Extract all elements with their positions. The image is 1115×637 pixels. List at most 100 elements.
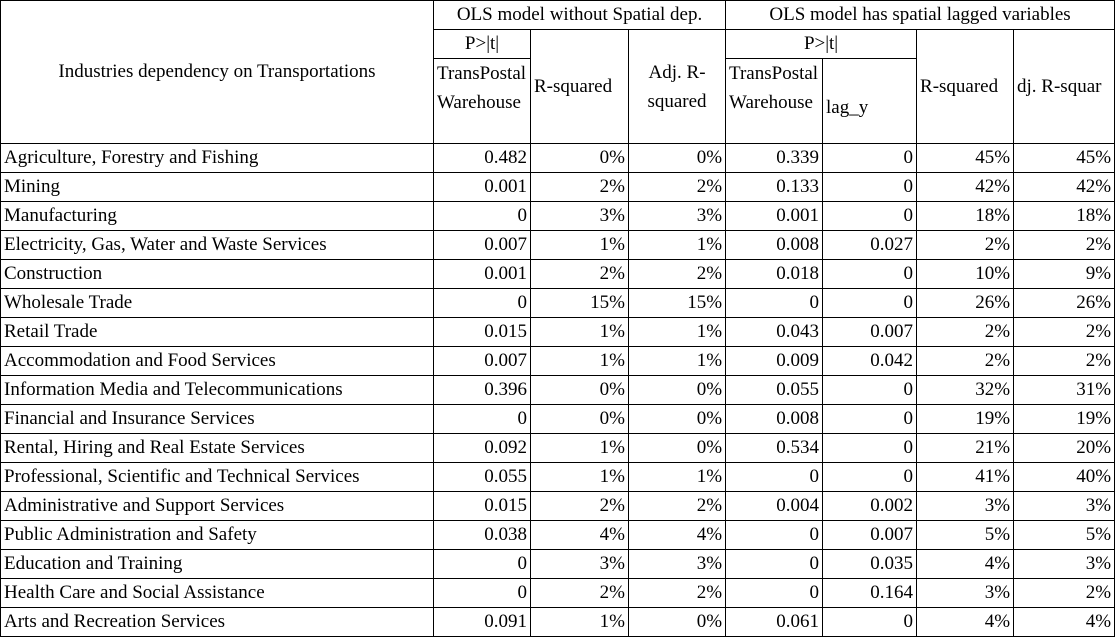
trans-postal-warehouse-header-2: TransPostalWarehouse [725, 58, 824, 144]
industry-cell: Manufacturing [0, 201, 434, 231]
r-squared-spatial-cell: 32% [916, 375, 1015, 405]
r-squared-spatial-cell: 3% [916, 578, 1015, 608]
lag-y-cell: 0 [822, 288, 918, 318]
p-value-spatial-cell: 0 [725, 578, 824, 608]
p-value-no-spatial-cell: 0.092 [433, 433, 531, 463]
adj-r-squared-no-spatial-cell: 3% [627, 201, 727, 231]
lag-y-cell: 0 [822, 404, 918, 434]
group-header-ols-spatial-lag: OLS model has spatial lagged variables [725, 0, 1115, 30]
lag-y-cell: 0 [822, 462, 918, 492]
lag-y-cell: 0.042 [822, 346, 918, 376]
adj-r-squared-no-spatial-cell: 1% [627, 346, 727, 376]
industry-cell: Arts and Recreation Services [0, 607, 434, 637]
lag-y-cell: 0 [822, 259, 918, 289]
table-row: Administrative and Support Services 0.015… [0, 491, 1115, 521]
r-squared-no-spatial-cell: 1% [530, 433, 629, 463]
adj-r-squared-spatial-cell: 2% [1013, 346, 1115, 376]
r-squared-spatial-cell: 3% [916, 491, 1015, 521]
table-row: Professional, Scientific and Technical S… [0, 462, 1115, 492]
adj-r-squared-spatial-cell: 3% [1013, 549, 1115, 579]
p-value-no-spatial-cell: 0.007 [433, 230, 531, 260]
r-squared-no-spatial-cell: 0% [530, 143, 629, 173]
industry-cell: Retail Trade [0, 317, 434, 347]
p-value-no-spatial-cell: 0.038 [433, 520, 531, 550]
adj-r-squared-no-spatial-cell: 4% [627, 520, 727, 550]
table-row: Accommodation and Food Services 0.007 1% 1%… [0, 346, 1115, 376]
p-value-spatial-cell: 0 [725, 549, 824, 579]
adj-r-squared-spatial-cell: 26% [1013, 288, 1115, 318]
table-row: Retail Trade 0.015 1% 1% 0.043 0.007 2% 2% [0, 317, 1115, 347]
adj-r-squared-no-spatial-cell: 2% [627, 578, 727, 608]
industry-cell: Wholesale Trade [0, 288, 434, 318]
p-value-spatial-cell: 0.004 [725, 491, 824, 521]
p-value-spatial-cell: 0.061 [725, 607, 824, 637]
lag-y-cell: 0 [822, 143, 918, 173]
adj-r-squared-no-spatial-cell: 2% [627, 491, 727, 521]
r-squared-spatial-cell: 19% [916, 404, 1015, 434]
r-squared-no-spatial-cell: 2% [530, 172, 629, 202]
lag-y-cell: 0 [822, 201, 918, 231]
p-value-spatial-cell: 0.055 [725, 375, 824, 405]
adj-r-squared-header-2: dj. R-squar [1013, 29, 1115, 144]
trans-postal-warehouse-header-1: TransPostalWarehouse [433, 58, 531, 144]
r-squared-spatial-cell: 4% [916, 607, 1015, 637]
industry-cell: Rental, Hiring and Real Estate Services [0, 433, 434, 463]
r-squared-no-spatial-cell: 2% [530, 259, 629, 289]
table-row: Education and Training 0 3% 3% 0 0.035 4% 3% [0, 549, 1115, 579]
industry-cell: Accommodation and Food Services [0, 346, 434, 376]
r-squared-no-spatial-cell: 1% [530, 607, 629, 637]
table-row: Agriculture, Forestry and Fishing 0.482 0%… [0, 143, 1115, 173]
table-row: Health Care and Social Assistance 0 2% 2% 0 0… [0, 578, 1115, 608]
adj-r-squared-spatial-cell: 2% [1013, 578, 1115, 608]
table-row: Mining 0.001 2% 2% 0.133 0 42% 42% [0, 172, 1115, 202]
r-squared-spatial-cell: 5% [916, 520, 1015, 550]
p-value-no-spatial-cell: 0.001 [433, 172, 531, 202]
p-value-no-spatial-cell: 0 [433, 578, 531, 608]
adj-r-squared-spatial-cell: 9% [1013, 259, 1115, 289]
p-value-spatial-cell: 0.043 [725, 317, 824, 347]
adj-r-squared-spatial-cell: 4% [1013, 607, 1115, 637]
industry-cell: Agriculture, Forestry and Fishing [0, 143, 434, 173]
p-value-header-2: P>|t| [725, 29, 918, 59]
table-header: Industries dependency on Transportations… [0, 0, 1115, 144]
industry-column-header: Industries dependency on Transportations [0, 0, 434, 144]
r-squared-spatial-cell: 10% [916, 259, 1015, 289]
p-value-no-spatial-cell: 0 [433, 404, 531, 434]
r-squared-no-spatial-cell: 2% [530, 578, 629, 608]
adj-r-squared-no-spatial-cell: 0% [627, 433, 727, 463]
r-squared-spatial-cell: 41% [916, 462, 1015, 492]
table-row: Manufacturing 0 3% 3% 0.001 0 18% 18% [0, 201, 1115, 231]
r-squared-no-spatial-cell: 0% [530, 404, 629, 434]
industry-cell: Professional, Scientific and Technical S… [0, 462, 434, 492]
industry-cell: Mining [0, 172, 434, 202]
adj-r-squared-spatial-cell: 19% [1013, 404, 1115, 434]
industry-cell: Administrative and Support Services [0, 491, 434, 521]
r-squared-no-spatial-cell: 1% [530, 230, 629, 260]
industry-cell: Information Media and Telecommunications [0, 375, 434, 405]
results-table: Industries dependency on Transportations… [0, 0, 1115, 637]
p-value-no-spatial-cell: 0.015 [433, 491, 531, 521]
adj-r-squared-no-spatial-cell: 15% [627, 288, 727, 318]
lag-y-cell: 0 [822, 172, 918, 202]
p-value-header-1: P>|t| [433, 29, 531, 59]
lag-y-cell: 0.007 [822, 520, 918, 550]
table-row: Public Administration and Safety 0.038 4% 4… [0, 520, 1115, 550]
p-value-no-spatial-cell: 0 [433, 288, 531, 318]
r-squared-no-spatial-cell: 1% [530, 346, 629, 376]
industry-cell: Electricity, Gas, Water and Waste Servic… [0, 230, 434, 260]
r-squared-spatial-cell: 2% [916, 230, 1015, 260]
adj-r-squared-spatial-cell: 2% [1013, 317, 1115, 347]
industry-cell: Financial and Insurance Services [0, 404, 434, 434]
lag-y-cell: 0.007 [822, 317, 918, 347]
adj-r-squared-no-spatial-cell: 2% [627, 259, 727, 289]
r-squared-spatial-cell: 42% [916, 172, 1015, 202]
p-value-no-spatial-cell: 0 [433, 549, 531, 579]
industry-cell: Public Administration and Safety [0, 520, 434, 550]
adj-r-squared-no-spatial-cell: 0% [627, 404, 727, 434]
p-value-spatial-cell: 0.534 [725, 433, 824, 463]
industry-cell: Construction [0, 259, 434, 289]
adj-r-squared-no-spatial-cell: 3% [627, 549, 727, 579]
r-squared-spatial-cell: 21% [916, 433, 1015, 463]
adj-r-squared-spatial-cell: 2% [1013, 230, 1115, 260]
lag-y-cell: 0.027 [822, 230, 918, 260]
